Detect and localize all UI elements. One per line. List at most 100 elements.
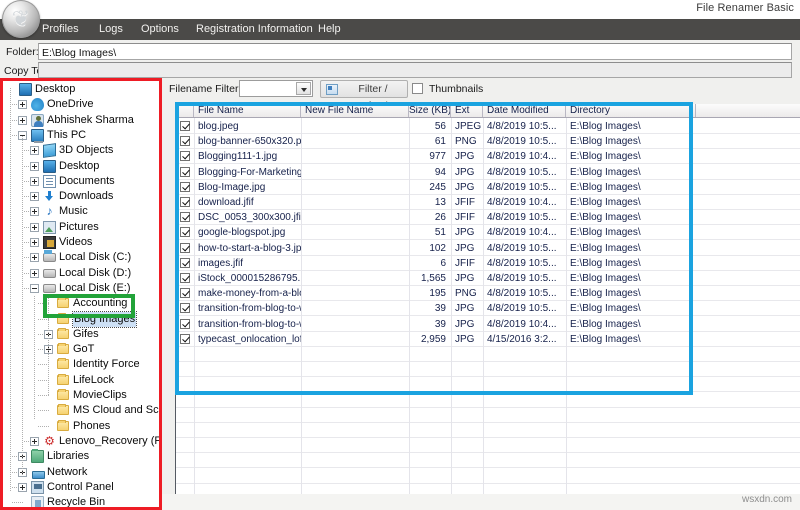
tree-item-local-disk-d[interactable]: Local Disk (D:) — [0, 266, 162, 281]
tree-item-pictures[interactable]: Pictures — [0, 220, 162, 235]
tree-item-recycle-bin[interactable]: Recycle Bin — [0, 495, 162, 510]
file-list-header[interactable]: File Name New File Name Size (KB) Ext Date M… — [176, 104, 800, 118]
menu-item-options[interactable]: Options — [141, 23, 179, 35]
tree-item-lifelock[interactable]: LifeLock — [0, 373, 162, 388]
tree-item-onedrive[interactable]: OneDrive — [0, 97, 162, 112]
row-checkbox[interactable] — [180, 303, 190, 314]
expand-icon[interactable] — [30, 207, 39, 217]
table-row-empty[interactable] — [176, 362, 800, 378]
row-checkbox[interactable] — [180, 197, 190, 207]
tree-item-local-disk-e[interactable]: Local Disk (E:) — [0, 281, 162, 296]
expand-icon[interactable] — [30, 436, 39, 446]
tree-item-this-pc[interactable]: This PC — [0, 128, 162, 143]
tree-item-libraries[interactable]: Libraries — [0, 449, 162, 464]
expand-icon[interactable] — [18, 115, 27, 125]
row-checkbox[interactable] — [180, 242, 190, 253]
table-row-empty[interactable] — [176, 423, 800, 438]
expand-icon[interactable] — [18, 482, 27, 492]
column-header-dir[interactable]: Directory — [566, 104, 696, 117]
row-checkbox[interactable] — [180, 151, 190, 162]
menu-item-help[interactable]: Help — [318, 23, 341, 35]
row-checkbox[interactable] — [180, 257, 190, 268]
table-row-empty[interactable] — [176, 377, 800, 393]
chevron-down-icon[interactable] — [296, 82, 311, 95]
app-logo-icon[interactable]: ❦ — [2, 0, 40, 38]
tree-item-got[interactable]: GoT — [0, 342, 162, 357]
folder-tree[interactable]: Desktop OneDrive Abhishek Sharma This PC 3D … — [0, 78, 162, 510]
table-row[interactable]: download.jfif 13 JFIF 4/8/2019 10:4... E:\Bl… — [176, 195, 800, 210]
table-row[interactable]: make-money-from-a-blo... 195 PNG 4/8/2019 1… — [176, 286, 800, 302]
table-row[interactable]: typecast_onlocation_lof... 2,959 JPG 4/15/2… — [176, 332, 800, 347]
tree-item-downloads[interactable]: Downloads — [0, 189, 162, 204]
tree-item-ms-cloud-and-scarlett[interactable]: MS Cloud and Scarlett — [0, 403, 162, 418]
tree-item-music[interactable]: ♪ Music — [0, 204, 162, 219]
table-row-empty[interactable] — [176, 347, 800, 362]
row-checkbox[interactable] — [180, 136, 190, 147]
folder-path-input[interactable]: E:\Blog Images\ — [38, 43, 792, 60]
expand-icon[interactable] — [30, 192, 39, 202]
expand-icon[interactable] — [18, 100, 27, 110]
row-checkbox[interactable] — [180, 121, 190, 131]
expand-icon[interactable] — [30, 253, 39, 263]
menu-item-logs[interactable]: Logs — [99, 23, 123, 35]
table-row[interactable]: Blog-Image.jpg 245 JPG 4/8/2019 10:5... E:\B… — [176, 180, 800, 195]
row-checkbox[interactable] — [180, 273, 190, 283]
table-row[interactable]: Blogging-For-Marketing-... 94 JPG 4/8/2019 … — [176, 165, 800, 180]
tree-item-identity-force[interactable]: Identity Force — [0, 357, 162, 372]
expand-icon[interactable] — [30, 146, 39, 156]
row-checkbox[interactable] — [180, 212, 190, 223]
table-row-empty[interactable] — [176, 453, 800, 469]
table-row[interactable]: DSC_0053_300x300.jfif 26 JFIF 4/8/2019 10:5… — [176, 210, 800, 226]
row-checkbox[interactable] — [180, 288, 190, 299]
table-row-empty[interactable] — [176, 393, 800, 408]
tree-item-3d-objects[interactable]: 3D Objects — [0, 143, 162, 159]
column-header-ext[interactable]: Ext — [451, 104, 483, 117]
tree-item-abhishek-sharma[interactable]: Abhishek Sharma — [0, 113, 162, 128]
table-row[interactable]: blog.jpeg 56 JPEG 4/8/2019 10:5... E:\Blog I… — [176, 119, 800, 134]
filename-filter-combobox[interactable] — [239, 80, 313, 97]
row-checkbox[interactable] — [180, 227, 190, 238]
tree-item-network[interactable]: Network — [0, 465, 162, 480]
tree-item-desktop[interactable]: Desktop — [0, 159, 162, 174]
column-header-date[interactable]: Date Modified — [483, 104, 566, 117]
tree-item-gifes[interactable]: Gifes — [0, 327, 162, 342]
tree-item-documents[interactable]: Documents — [0, 174, 162, 189]
column-header-select-all[interactable] — [176, 104, 194, 117]
row-checkbox[interactable] — [180, 333, 190, 344]
table-row[interactable]: how-to-start-a-blog-3.jpg 102 JPG 4/8/2019 … — [176, 241, 800, 256]
expand-icon[interactable] — [30, 161, 39, 171]
column-header-size[interactable]: Size (KB) — [409, 104, 451, 117]
table-row-empty[interactable] — [176, 408, 800, 423]
table-row-empty[interactable] — [176, 438, 800, 454]
tree-item-local-disk-c[interactable]: Local Disk (C:) — [0, 250, 162, 265]
tree-item-desktop[interactable]: Desktop — [0, 82, 162, 97]
file-list-grid[interactable]: File Name New File Name Size (KB) Ext Date M… — [175, 104, 800, 510]
row-checkbox[interactable] — [180, 181, 190, 192]
copy-to-input[interactable] — [38, 62, 792, 78]
tree-item-blog-images[interactable]: Blog Images — [0, 310, 162, 328]
expand-icon[interactable] — [30, 268, 39, 278]
table-row[interactable]: transition-from-blog-to-w... 39 JPG 4/8/201… — [176, 317, 800, 332]
table-row[interactable]: images.jfif 6 JFIF 4/8/2019 10:5... E:\Blog … — [176, 256, 800, 271]
row-checkbox[interactable] — [180, 166, 190, 177]
expand-icon[interactable] — [30, 222, 39, 232]
table-row-empty[interactable] — [176, 469, 800, 484]
tree-item-phones[interactable]: Phones — [0, 419, 162, 434]
table-row[interactable]: blog-banner-650x320.png 61 PNG 4/8/2019 10:… — [176, 134, 800, 150]
tree-item-accounting[interactable]: Accounting — [0, 296, 162, 311]
menu-item-registration-information[interactable]: Registration Information — [196, 23, 313, 35]
table-row[interactable]: google-blogspot.jpg 51 JPG 4/8/2019 10:4...… — [176, 225, 800, 241]
collapse-icon[interactable] — [30, 283, 39, 293]
expand-icon[interactable] — [30, 238, 39, 247]
tree-item-lenovo-recovery-f[interactable]: ⚙ Lenovo_Recovery (F:) — [0, 434, 162, 449]
menu-item-profiles[interactable]: Profiles — [42, 23, 79, 35]
table-row[interactable]: iStock_000015286795... 1,565 JPG 4/8/2019 1… — [176, 271, 800, 286]
tree-item-control-panel[interactable]: Control Panel — [0, 480, 162, 495]
thumbnails-checkbox[interactable] — [412, 83, 423, 94]
filter-refresh-button[interactable]: Filter / Refresh — [320, 80, 408, 112]
tree-item-videos[interactable]: Videos — [0, 235, 162, 250]
column-header-name[interactable]: File Name — [194, 104, 301, 117]
expand-icon[interactable] — [30, 176, 39, 186]
row-checkbox[interactable] — [180, 318, 190, 329]
table-row[interactable]: transition-from-blog-to-w... 39 JPG 4/8/201… — [176, 301, 800, 317]
